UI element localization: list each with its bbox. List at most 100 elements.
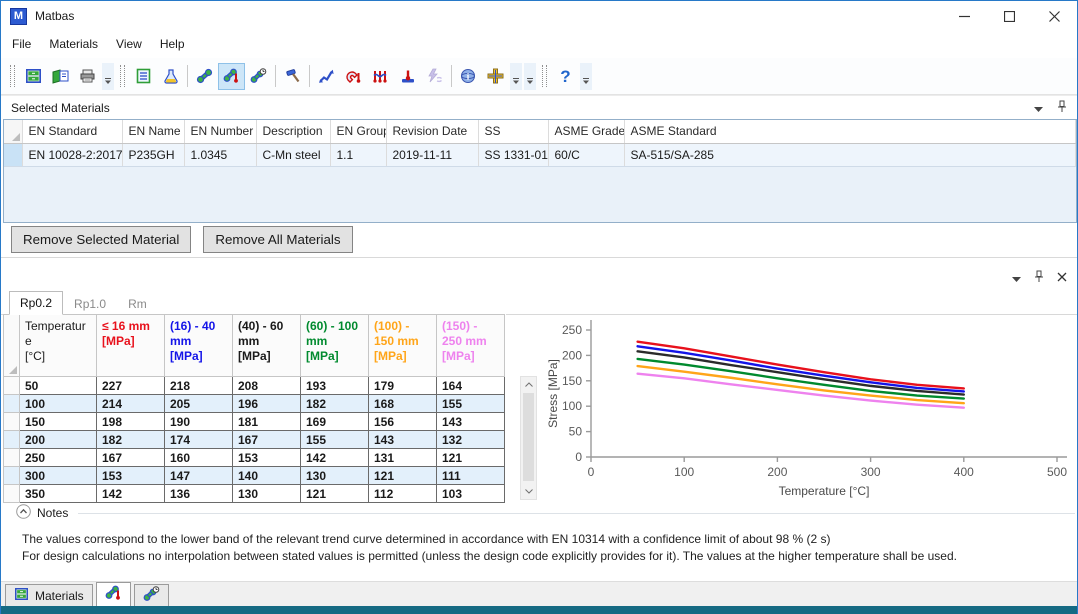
- grid-cell-4-5[interactable]: 131: [369, 449, 437, 467]
- materials-cell-7[interactable]: 60/C: [548, 143, 624, 166]
- grid-cell-1-0[interactable]: 100: [20, 395, 97, 413]
- panel-menu-dropdown-icon[interactable]: [1034, 101, 1043, 115]
- bottom-tab-wrench-thermometer[interactable]: [96, 582, 131, 606]
- grid-column-2[interactable]: (16) - 40 mm [MPa]: [165, 315, 233, 377]
- grid-cell-1-3[interactable]: 196: [233, 395, 301, 413]
- scroll-up-icon[interactable]: [521, 377, 536, 392]
- close-button[interactable]: [1032, 1, 1077, 31]
- materials-column-4[interactable]: EN Group: [330, 120, 386, 143]
- grid-cell-0-5[interactable]: 179: [369, 377, 437, 395]
- materials-cell-6[interactable]: SS 1331-01: [478, 143, 548, 166]
- zigzag-arrow-icon[interactable]: [313, 63, 340, 90]
- grid-cell-5-3[interactable]: 140: [233, 467, 301, 485]
- materials-column-6[interactable]: SS: [478, 120, 548, 143]
- bottom-tab-materials[interactable]: Materials: [5, 584, 93, 606]
- materials-cell-3[interactable]: C-Mn steel: [256, 143, 330, 166]
- toolbar-overflow-icon[interactable]: [524, 63, 536, 90]
- grid-cell-6-2[interactable]: 136: [165, 485, 233, 503]
- grid-cell-0-4[interactable]: 193: [301, 377, 369, 395]
- grid-cell-2-4[interactable]: 169: [301, 413, 369, 431]
- grid-cell-0-2[interactable]: 218: [165, 377, 233, 395]
- database-cabinet-icon[interactable]: [20, 63, 47, 90]
- toolbar-overflow-icon[interactable]: [102, 63, 114, 90]
- materials-column-5[interactable]: Revision Date: [386, 120, 478, 143]
- grid-cell-1-2[interactable]: 205: [165, 395, 233, 413]
- sparks-icon[interactable]: [421, 63, 448, 90]
- grid-cell-2-1[interactable]: 198: [97, 413, 165, 431]
- grid-row-selector[interactable]: [4, 431, 20, 449]
- grid-row-selector[interactable]: [4, 467, 20, 485]
- grid-cell-4-0[interactable]: 250: [20, 449, 97, 467]
- grid-column-5[interactable]: (100) - 150 mm [MPa]: [369, 315, 437, 377]
- grid-row-selector[interactable]: [4, 395, 20, 413]
- grid-cell-4-6[interactable]: 121: [437, 449, 505, 467]
- menu-file[interactable]: File: [3, 32, 40, 57]
- menu-materials[interactable]: Materials: [40, 32, 107, 57]
- ruler-icon[interactable]: [482, 63, 509, 90]
- grid-cell-0-3[interactable]: 208: [233, 377, 301, 395]
- grid-cell-5-1[interactable]: 153: [97, 467, 165, 485]
- grid-column-6[interactable]: (150) - 250 mm [MPa]: [437, 315, 505, 377]
- grid-cell-5-2[interactable]: 147: [165, 467, 233, 485]
- wrench-clock-icon[interactable]: [245, 63, 272, 90]
- grid-cell-5-6[interactable]: 111: [437, 467, 505, 485]
- grid-cell-1-6[interactable]: 155: [437, 395, 505, 413]
- scrollbar-thumb[interactable]: [523, 393, 534, 481]
- grid-corner-cell[interactable]: [4, 315, 20, 377]
- toolbar-grip[interactable]: [10, 65, 15, 87]
- materials-column-0[interactable]: EN Standard: [22, 120, 122, 143]
- grid-cell-6-1[interactable]: 142: [97, 485, 165, 503]
- grid-cell-6-0[interactable]: 350: [20, 485, 97, 503]
- materials-column-2[interactable]: EN Number: [184, 120, 256, 143]
- menu-help[interactable]: Help: [151, 32, 194, 57]
- thermometer-icon[interactable]: [394, 63, 421, 90]
- grid-cell-4-4[interactable]: 142: [301, 449, 369, 467]
- print-preview-icon[interactable]: [47, 63, 74, 90]
- materials-cell-8[interactable]: SA-515/SA-285: [624, 143, 1076, 166]
- tab-rm[interactable]: Rm: [117, 292, 158, 315]
- materials-data-row[interactable]: EN 10028-2:2017P235GH1.0345C-Mn steel1.1…: [4, 143, 1076, 166]
- grid-cell-4-1[interactable]: 167: [97, 449, 165, 467]
- grid-cell-4-3[interactable]: 153: [233, 449, 301, 467]
- hammer-icon[interactable]: [279, 63, 306, 90]
- minimize-button[interactable]: [942, 1, 987, 31]
- materials-cell-4[interactable]: 1.1: [330, 143, 386, 166]
- grid-cell-3-4[interactable]: 155: [301, 431, 369, 449]
- pin-icon[interactable]: [1034, 270, 1044, 286]
- remove-selected-material-button[interactable]: Remove Selected Material: [11, 226, 191, 253]
- tab-rp02[interactable]: Rp0.2: [9, 291, 63, 315]
- wrench-thermometer-icon[interactable]: [218, 63, 245, 90]
- grid-cell-1-1[interactable]: 214: [97, 395, 165, 413]
- grid-column-0[interactable]: Temperature [°C]: [20, 315, 97, 377]
- bottom-tab-wrench-clock[interactable]: [134, 584, 169, 606]
- grid-vertical-scrollbar[interactable]: [520, 376, 537, 500]
- grid-cell-6-4[interactable]: 121: [301, 485, 369, 503]
- grid-column-3[interactable]: (40) - 60 mm [MPa]: [233, 315, 301, 377]
- materials-cell-5[interactable]: 2019-11-11: [386, 143, 478, 166]
- tab-rp10[interactable]: Rp1.0: [63, 292, 117, 315]
- grid-cell-3-2[interactable]: 174: [165, 431, 233, 449]
- grid-cell-0-6[interactable]: 164: [437, 377, 505, 395]
- toolbar-grip[interactable]: [120, 65, 125, 87]
- grid-cell-2-6[interactable]: 143: [437, 413, 505, 431]
- grid-cell-5-0[interactable]: 300: [20, 467, 97, 485]
- grid-cell-4-2[interactable]: 160: [165, 449, 233, 467]
- help-icon[interactable]: ?: [552, 63, 579, 90]
- waves-thermometer-icon[interactable]: [367, 63, 394, 90]
- materials-row-indicator[interactable]: [4, 143, 22, 166]
- grid-row-selector[interactable]: [4, 413, 20, 431]
- grid-row-selector[interactable]: [4, 485, 20, 503]
- grid-cell-2-3[interactable]: 181: [233, 413, 301, 431]
- materials-column-8[interactable]: ASME Standard: [624, 120, 1076, 143]
- materials-cell-1[interactable]: P235GH: [122, 143, 184, 166]
- toolbar-overflow-icon[interactable]: [580, 63, 592, 90]
- grid-cell-3-3[interactable]: 167: [233, 431, 301, 449]
- materials-column-3[interactable]: Description: [256, 120, 330, 143]
- materials-column-1[interactable]: EN Name: [122, 120, 184, 143]
- materials-cell-2[interactable]: 1.0345: [184, 143, 256, 166]
- remove-all-materials-button[interactable]: Remove All Materials: [203, 226, 352, 253]
- materials-column-7[interactable]: ASME Grade: [548, 120, 624, 143]
- toolbar-overflow-icon[interactable]: [510, 63, 522, 90]
- grid-cell-6-6[interactable]: 103: [437, 485, 505, 503]
- grid-cell-3-1[interactable]: 182: [97, 431, 165, 449]
